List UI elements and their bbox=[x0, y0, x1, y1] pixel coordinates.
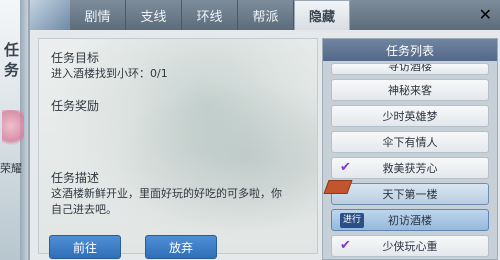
blossom-decoration bbox=[2, 110, 24, 150]
goal-text: 进入酒楼找到小环：0/1 bbox=[51, 67, 168, 80]
task-list-title: 任务列表 bbox=[323, 39, 497, 61]
tab-side[interactable]: 支线 bbox=[126, 0, 182, 30]
list-item-label: 寻访酒楼 bbox=[388, 63, 432, 73]
list-item[interactable]: ✔ 少侠玩心重 bbox=[331, 235, 489, 257]
tab-loop[interactable]: 环线 bbox=[182, 0, 238, 30]
list-item-label: 少时英雄梦 bbox=[382, 110, 438, 123]
list-item[interactable]: 寻访酒楼 bbox=[331, 63, 489, 75]
list-item-label: 伞下有情人 bbox=[382, 136, 438, 149]
description-label: 任务描述 bbox=[51, 171, 100, 185]
description-line-1: 这酒楼新鲜开业，里面好玩的好吃的可多啦，你 bbox=[51, 187, 282, 200]
game-backdrop: 任务 荣耀 bbox=[0, 0, 28, 260]
list-item[interactable]: 神秘来客 bbox=[331, 79, 489, 101]
reward-label: 任务奖励 bbox=[51, 99, 100, 113]
list-item[interactable]: ✔ 救美获芳心 bbox=[331, 157, 489, 179]
list-item-label: 神秘来客 bbox=[388, 84, 432, 97]
task-panel: 剧情 支线 环线 帮派 隐藏 任务目标 进入酒楼找到小环：0/1 任务奖励 任务… bbox=[28, 0, 500, 260]
list-item[interactable]: 少时英雄梦 bbox=[331, 105, 489, 127]
go-button[interactable]: 前往 bbox=[49, 235, 121, 259]
goal-label: 任务目标 bbox=[51, 51, 100, 65]
corner-logo bbox=[30, 0, 70, 30]
list-item-label: 天下第一楼 bbox=[382, 188, 438, 201]
list-item-label: 初访酒楼 bbox=[388, 214, 432, 227]
list-item-selected[interactable]: 天下第一楼 bbox=[323, 180, 489, 205]
abandon-button[interactable]: 放弃 bbox=[145, 235, 217, 259]
tab-story[interactable]: 剧情 bbox=[70, 0, 126, 30]
list-item-active[interactable]: 进行 初访酒楼 bbox=[331, 209, 489, 231]
side-text-snippet: 荣耀 bbox=[0, 162, 22, 175]
checkmark-icon: ✔ bbox=[340, 160, 351, 175]
list-item-label: 救美获芳心 bbox=[382, 162, 438, 175]
tab-hidden[interactable]: 隐藏 bbox=[294, 0, 350, 30]
tab-bar: 剧情 支线 环线 帮派 隐藏 bbox=[30, 0, 500, 30]
task-detail: 任务目标 进入酒楼找到小环：0/1 任务奖励 任务描述 这酒楼新鲜开业，里面好玩… bbox=[38, 38, 318, 259]
task-list: 任务列表 寻访酒楼 神秘来客 少时英雄梦 伞下有情人 ✔ 救美获芳心 天下第一楼 bbox=[322, 38, 498, 260]
list-item-label: 少侠玩心重 bbox=[382, 240, 438, 253]
list-item[interactable]: 伞下有情人 bbox=[331, 131, 489, 153]
in-progress-badge: 进行 bbox=[340, 213, 365, 228]
side-title: 任务 bbox=[4, 41, 20, 79]
ribbon-icon bbox=[323, 180, 353, 194]
close-icon[interactable]: ✕ bbox=[479, 5, 492, 24]
task-list-items: 寻访酒楼 神秘来客 少时英雄梦 伞下有情人 ✔ 救美获芳心 天下第一楼 进行 初… bbox=[323, 61, 497, 257]
checkmark-icon: ✔ bbox=[340, 238, 351, 253]
tab-guild[interactable]: 帮派 bbox=[238, 0, 294, 30]
description-line-2: 自己进去吧。 bbox=[51, 203, 117, 216]
